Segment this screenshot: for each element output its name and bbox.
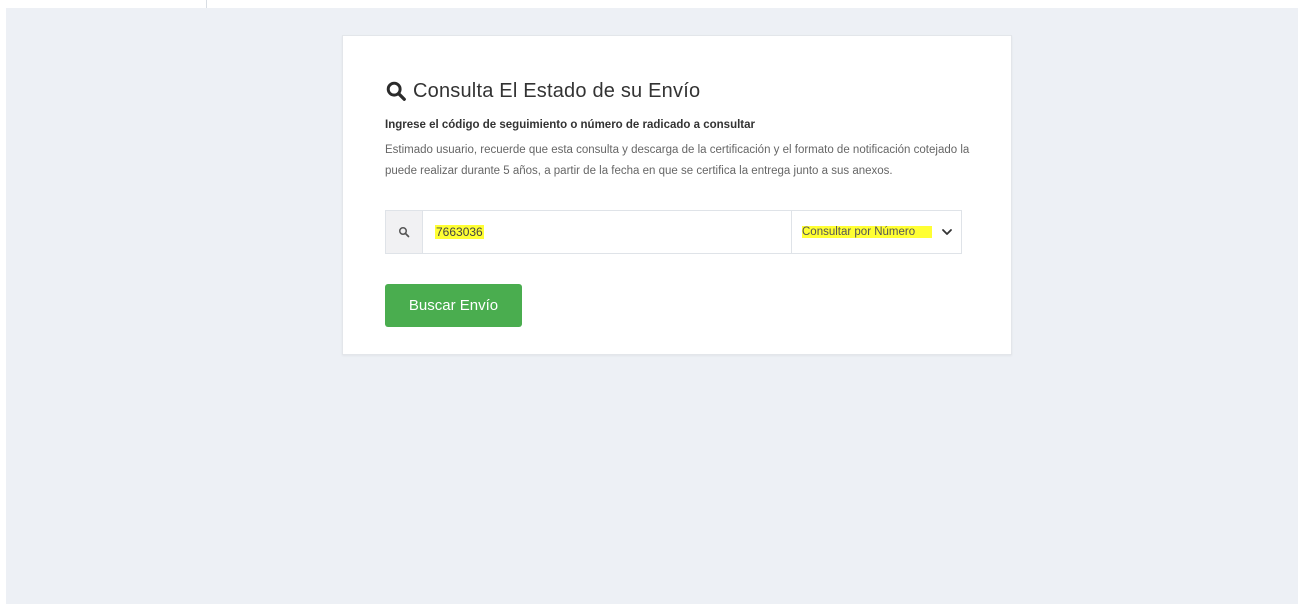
top-bar-divider [206,0,207,8]
card-title: Consulta El Estado de su Envío [385,78,700,104]
page-title: Consulta El Estado de su Envío [413,79,701,102]
search-icon [399,227,410,238]
tracking-card: Consulta El Estado de su Envío Ingrese e… [342,35,1012,355]
search-type-value: Consultar por Número [802,226,932,238]
search-type-select[interactable]: Consultar por Número [792,211,961,253]
tracking-code-value: 7663036 [435,225,484,239]
search-icon [386,81,406,101]
page-background: Consulta El Estado de su Envío Ingrese e… [6,8,1298,604]
search-input-group: 7663036 Consultar por Número [385,210,962,254]
form-subtitle: Ingrese el código de seguimiento o númer… [385,119,755,131]
chevron-down-icon [942,229,952,235]
notice-text: Estimado usuario, recuerde que esta cons… [385,144,970,177]
top-bar [0,0,1298,8]
tracking-code-input[interactable]: 7663036 [423,211,792,253]
search-shipment-button[interactable]: Buscar Envío [385,284,522,327]
input-addon [386,211,423,253]
